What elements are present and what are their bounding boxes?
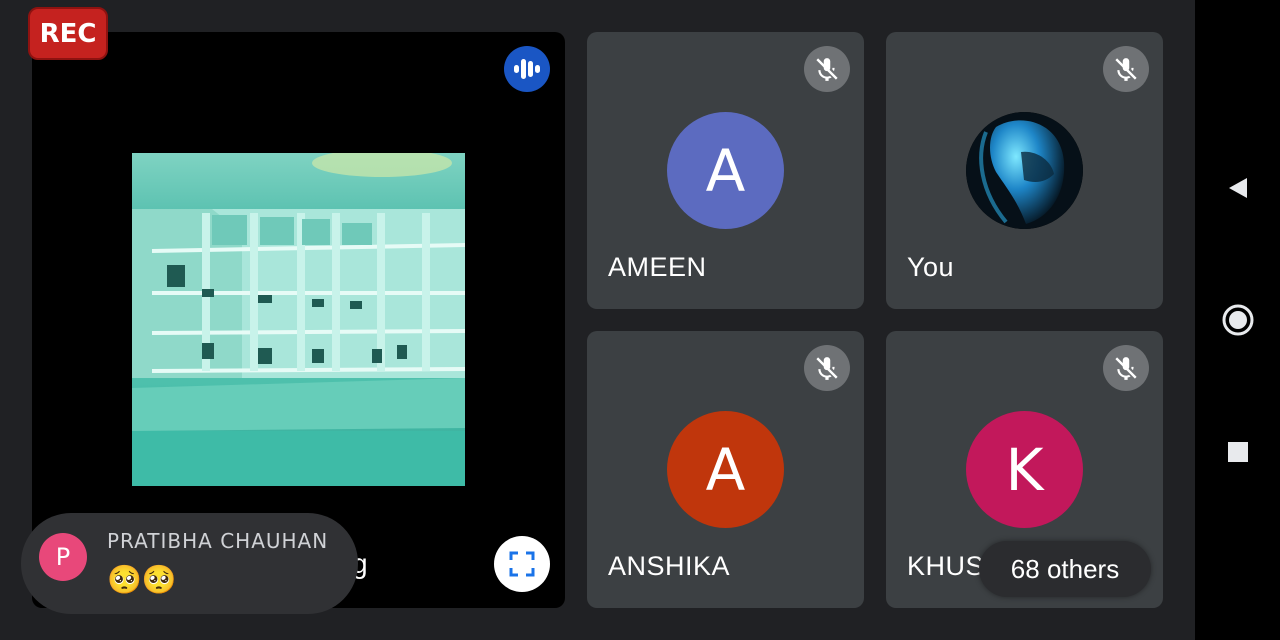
fullscreen-button[interactable]: [494, 536, 550, 592]
system-navigation-bar: [1195, 0, 1280, 640]
participant-tile-anshika[interactable]: A ANSHIKA: [587, 331, 864, 608]
mic-off-icon: [1115, 58, 1137, 81]
audio-level-icon: [514, 59, 540, 79]
avatar: A: [667, 411, 784, 528]
chat-message-text: 🥺🥺: [107, 564, 177, 595]
participant-tile-you[interactable]: You: [886, 32, 1163, 309]
participant-tile-ameen[interactable]: A AMEEN: [587, 32, 864, 309]
avatar: K: [966, 411, 1083, 528]
home-icon: [1222, 304, 1253, 336]
mic-off-icon: [816, 58, 838, 81]
recents-button[interactable]: [1195, 440, 1280, 464]
mic-off-indicator: [1103, 46, 1149, 92]
profile-photo: [966, 112, 1083, 229]
fullscreen-icon: [509, 551, 535, 577]
participant-name: You: [907, 252, 955, 282]
meeting-stage: g REC A AMEEN You A ANSHIKA K KHUSHBU 68…: [0, 0, 1195, 640]
avatar: A: [667, 112, 784, 229]
chat-message-toast[interactable]: P PRATIBHA CHAUHAN 🥺🥺: [21, 513, 358, 614]
chat-sender-name: PRATIBHA CHAUHAN: [107, 529, 329, 553]
mic-off-icon: [1115, 357, 1137, 380]
shared-screen-image: [132, 153, 465, 486]
others-count-button[interactable]: 68 others: [979, 541, 1151, 597]
mic-off-indicator: [804, 46, 850, 92]
back-icon: [1228, 178, 1247, 198]
avatar: P: [39, 533, 87, 581]
mic-off-indicator: [1103, 345, 1149, 391]
speaking-indicator: [504, 46, 550, 92]
home-button[interactable]: [1195, 302, 1280, 338]
recents-icon: [1227, 442, 1248, 462]
recording-badge: REC: [28, 7, 108, 60]
participant-name: AMEEN: [608, 252, 707, 282]
participant-name: ANSHIKA: [608, 551, 731, 581]
mic-off-indicator: [804, 345, 850, 391]
back-button[interactable]: [1195, 172, 1280, 204]
mic-off-icon: [816, 357, 838, 380]
